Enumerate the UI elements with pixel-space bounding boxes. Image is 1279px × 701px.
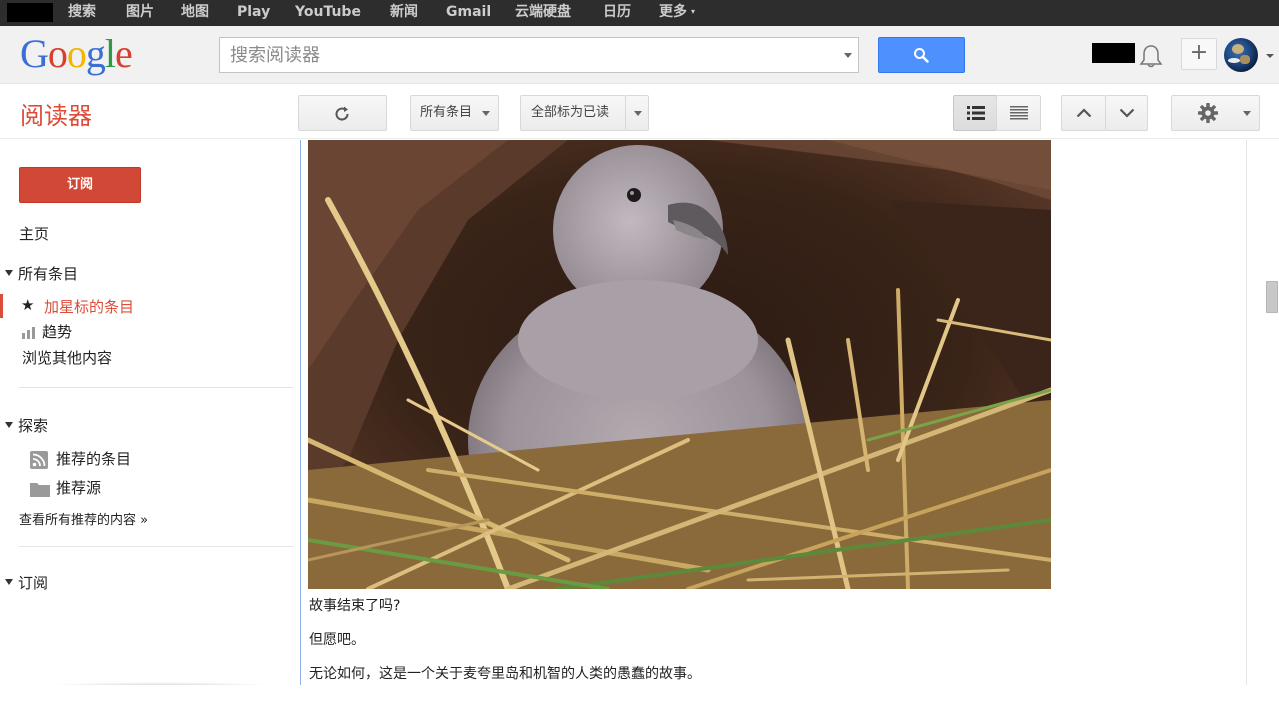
sidebar: 订阅 主页 所有条目 ★ 加星标的条目 趋势 浏览其他内容 探索 推荐的条目 推… — [0, 140, 300, 701]
nav-link-more[interactable]: 更多 ▾ — [659, 0, 695, 26]
sidebar-section-all-items[interactable]: 所有条目 — [5, 263, 78, 284]
chevron-down-icon: ▾ — [691, 7, 696, 16]
notification-bell-icon[interactable] — [1139, 43, 1163, 69]
avatar-land — [1240, 55, 1250, 64]
nav-link-youtube[interactable]: YouTube — [295, 0, 361, 26]
expanded-view-button[interactable] — [953, 95, 997, 131]
logo-letter: e — [115, 31, 133, 76]
logo-letter: G — [20, 31, 49, 76]
nav-link-maps[interactable]: 地图 — [181, 0, 209, 26]
nav-link-news[interactable]: 新闻 — [390, 0, 418, 26]
logo-letter: o — [47, 31, 68, 76]
search-box — [219, 37, 859, 73]
search-options-dropdown-icon[interactable] — [844, 53, 852, 58]
divider — [19, 546, 293, 547]
refresh-icon — [335, 106, 349, 121]
petrel-chick-in-nest-photo — [308, 140, 1051, 589]
logo-letter: l — [104, 31, 116, 76]
sidebar-item-recommended-sources[interactable]: 推荐源 — [30, 477, 101, 498]
article-content: 故事结束了吗? 但愿吧。 无论如何，这是一个关于麦夸里岛和机智的人类的愚蠢的故事… — [300, 140, 1247, 685]
expanded-view-icon — [967, 106, 985, 120]
sidebar-item-label: 推荐的条目 — [56, 450, 132, 468]
chevron-down-icon — [634, 111, 642, 116]
redacted-account-name — [1092, 43, 1135, 63]
logo-letter: o — [66, 31, 87, 76]
sidebar-section-label: 订阅 — [18, 574, 49, 592]
sidebar-item-label: 加星标的条目 — [44, 298, 135, 316]
subscribe-button[interactable]: 订阅 — [19, 167, 141, 203]
triangle-down-icon — [5, 579, 13, 585]
avatar-cloud — [1228, 58, 1240, 63]
nav-more-label: 更多 — [659, 4, 687, 20]
chevron-down-icon — [1243, 111, 1251, 116]
nav-link-gmail[interactable]: Gmail — [446, 0, 491, 26]
header: Google + — [0, 26, 1279, 84]
avatar[interactable] — [1224, 38, 1258, 72]
article-paragraph: 但愿吧。 — [309, 632, 365, 648]
nav-link-images[interactable]: 图片 — [126, 0, 154, 26]
sidebar-section-explore[interactable]: 探索 — [5, 415, 48, 436]
scrollbar[interactable] — [1262, 140, 1279, 685]
reader-toolbar: 阅读器 所有条目 全部标为已读 — [0, 85, 1279, 139]
divider — [19, 387, 293, 388]
star-icon: ★ — [21, 296, 35, 314]
chevron-down-icon — [482, 111, 490, 116]
mark-all-read-dropdown[interactable] — [625, 95, 649, 131]
avatar-land — [1232, 44, 1244, 54]
search-icon — [914, 48, 929, 63]
sidebar-item-browse[interactable]: 浏览其他内容 — [22, 347, 112, 368]
article-paragraph: 故事结束了吗? — [309, 598, 401, 614]
article-paragraph: 无论如何，这是一个关于麦夸里岛和机智的人类的愚蠢的故事。 — [309, 666, 701, 682]
previous-item-button[interactable] — [1061, 95, 1106, 131]
sidebar-section-subscriptions[interactable]: 订阅 — [5, 572, 48, 593]
sidebar-item-trends[interactable]: 趋势 — [22, 321, 72, 342]
sidebar-section-label: 所有条目 — [18, 265, 79, 283]
sidebar-section-label: 探索 — [18, 417, 49, 435]
triangle-down-icon — [5, 270, 13, 276]
search-button[interactable] — [878, 37, 965, 73]
chevron-up-icon — [1076, 108, 1092, 118]
google-logo[interactable]: Google — [20, 31, 133, 76]
share-plus-button[interactable]: + — [1181, 38, 1217, 70]
chevron-down-icon — [1119, 108, 1135, 118]
rss-icon — [30, 450, 48, 469]
search-input[interactable] — [220, 38, 830, 72]
triangle-down-icon — [5, 422, 13, 428]
next-item-button[interactable] — [1105, 95, 1148, 131]
sidebar-item-starred[interactable]: ★ 加星标的条目 — [0, 294, 300, 318]
page-bottom-edge — [0, 685, 1279, 701]
sidebar-item-home[interactable]: 主页 — [19, 223, 49, 244]
sidebar-item-label: 推荐源 — [56, 479, 102, 497]
sidebar-item-label: 趋势 — [42, 323, 73, 341]
redacted-user-name — [7, 3, 53, 22]
refresh-button[interactable] — [298, 95, 387, 131]
article-image — [308, 140, 1051, 589]
nav-link-search[interactable]: 搜索 — [68, 0, 96, 26]
mark-all-read-label: 全部标为已读 — [531, 105, 610, 120]
list-view-button[interactable] — [996, 95, 1041, 131]
top-navigation-bar: 搜索 图片 地图 Play YouTube 新闻 Gmail 云端硬盘 日历 更… — [0, 0, 1279, 26]
bar-chart-icon — [22, 326, 35, 339]
nav-link-play[interactable]: Play — [237, 0, 270, 26]
folder-icon — [30, 482, 50, 497]
sidebar-item-recommended-items[interactable]: 推荐的条目 — [30, 448, 131, 469]
filter-dropdown[interactable]: 所有条目 — [410, 95, 499, 131]
mark-all-read-button[interactable]: 全部标为已读 — [520, 95, 626, 131]
nav-link-calendar[interactable]: 日历 — [603, 0, 631, 26]
list-view-icon — [1010, 106, 1028, 120]
filter-label: 所有条目 — [420, 105, 473, 120]
scrollbar-thumb[interactable] — [1266, 281, 1278, 313]
gear-icon — [1198, 103, 1218, 123]
account-menu-caret-icon[interactable] — [1266, 54, 1274, 58]
view-all-recommendations-link[interactable]: 查看所有推荐的内容 » — [19, 509, 148, 528]
logo-letter: g — [85, 31, 106, 76]
nav-link-drive[interactable]: 云端硬盘 — [515, 0, 571, 26]
app-title[interactable]: 阅读器 — [20, 96, 92, 131]
settings-button[interactable] — [1171, 95, 1260, 131]
